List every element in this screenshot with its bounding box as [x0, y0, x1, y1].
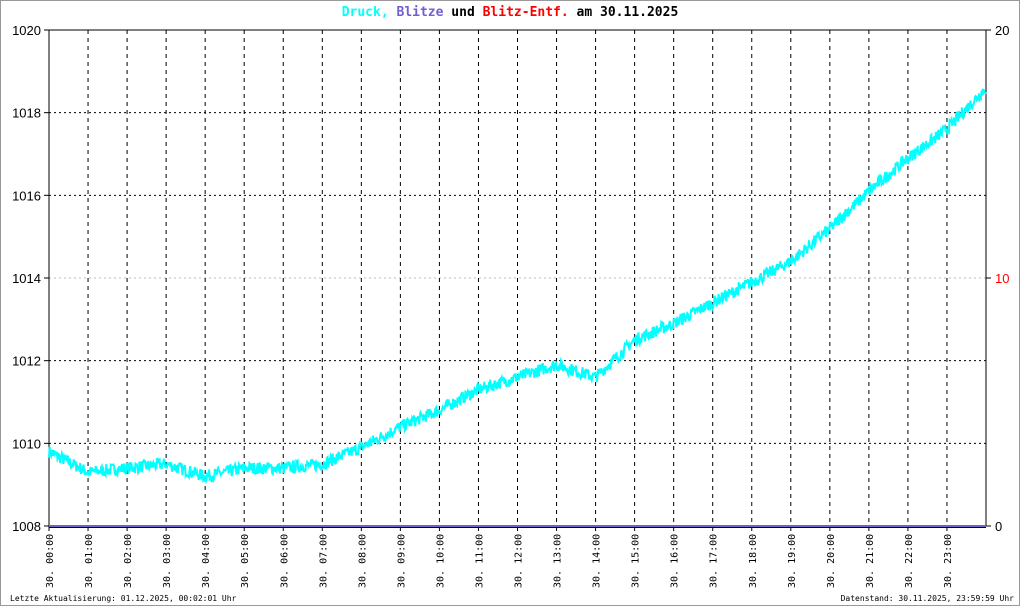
x-tick-label: 30. 23:00	[943, 534, 954, 588]
x-tick-label: 30. 02:00	[123, 534, 134, 588]
x-tick-label: 30. 13:00	[553, 534, 564, 588]
x-tick-label: 30. 07:00	[318, 534, 329, 588]
x-tick-label: 30. 09:00	[396, 534, 407, 588]
y-tick-label: 1014	[12, 271, 41, 286]
x-tick-label: 30. 10:00	[435, 534, 446, 588]
y2-tick-label: 10	[995, 271, 1009, 286]
x-tick-label: 30. 20:00	[826, 534, 837, 588]
y-tick-label: 1016	[12, 188, 41, 203]
footer-last-update: Letzte Aktualisierung: 01.12.2025, 00:02…	[10, 594, 237, 603]
x-tick-label: 30. 00:00	[45, 534, 56, 588]
y-tick-label: 1020	[12, 23, 41, 38]
x-tick-label: 30. 06:00	[279, 534, 290, 588]
y2-tick-label: 20	[995, 23, 1009, 38]
y2-tick-label: 0	[995, 519, 1002, 534]
x-tick-label: 30. 18:00	[748, 534, 759, 588]
x-tick-label: 30. 14:00	[592, 534, 603, 588]
x-tick-label: 30. 04:00	[201, 534, 212, 588]
x-tick-label: 30. 19:00	[787, 534, 798, 588]
x-tick-label: 30. 03:00	[162, 534, 173, 588]
x-tick-label: 30. 05:00	[240, 534, 251, 588]
x-tick-label: 30. 08:00	[357, 534, 368, 588]
footer-data-status: Datenstand: 30.11.2025, 23:59:59 Uhr	[840, 594, 1014, 603]
x-tick-label: 30. 21:00	[865, 534, 876, 588]
y-tick-label: 1010	[12, 436, 41, 451]
x-tick-label: 30. 17:00	[709, 534, 720, 588]
x-tick-label: 30. 16:00	[670, 534, 681, 588]
x-tick-label: 30. 11:00	[474, 534, 485, 588]
x-tick-label: 30. 12:00	[514, 534, 525, 588]
x-tick-label: 30. 22:00	[904, 534, 915, 588]
x-tick-label: 30. 01:00	[84, 534, 95, 588]
x-tick-label: 30. 15:00	[631, 534, 642, 588]
pressure-chart: 10081010101210141016101810200102030. 00:…	[12, 23, 1009, 588]
y-tick-label: 1008	[12, 519, 41, 534]
y-tick-label: 1012	[12, 354, 41, 369]
y-tick-label: 1018	[12, 106, 41, 121]
